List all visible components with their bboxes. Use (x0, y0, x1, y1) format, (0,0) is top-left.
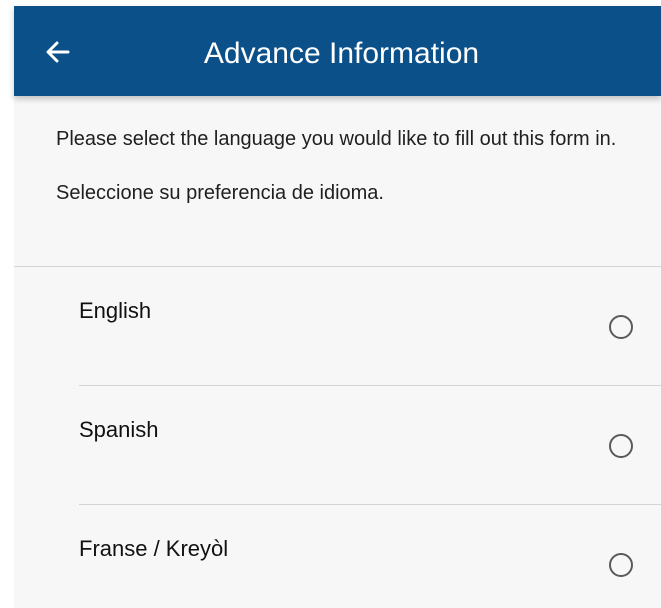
language-options-list: English Spanish Franse / Kreyòl (14, 267, 661, 608)
language-option-label: Franse / Kreyòl (79, 536, 229, 561)
radio-button-kreyol[interactable] (609, 553, 633, 577)
language-option-label: English (79, 298, 152, 323)
language-option-english[interactable]: English (14, 267, 661, 386)
content-area: Please select the language you would lik… (14, 96, 661, 608)
radio-button-spanish[interactable] (609, 434, 633, 458)
intro-text-english: Please select the language you would lik… (56, 128, 617, 150)
language-option-label: Spanish (79, 417, 159, 442)
language-option-kreyol[interactable]: Franse / Kreyòl (14, 505, 661, 608)
language-selection-screen: Advance Information Please select the la… (0, 0, 661, 608)
intro-text-spanish: Seleccione su preferencia de idioma. (56, 182, 384, 204)
language-option-spanish[interactable]: Spanish (14, 386, 661, 505)
radio-button-english[interactable] (609, 315, 633, 339)
app-bar: Advance Information (14, 6, 661, 96)
page-title: Advance Information (203, 37, 480, 70)
intro-section: Please select the language you would lik… (14, 96, 661, 206)
